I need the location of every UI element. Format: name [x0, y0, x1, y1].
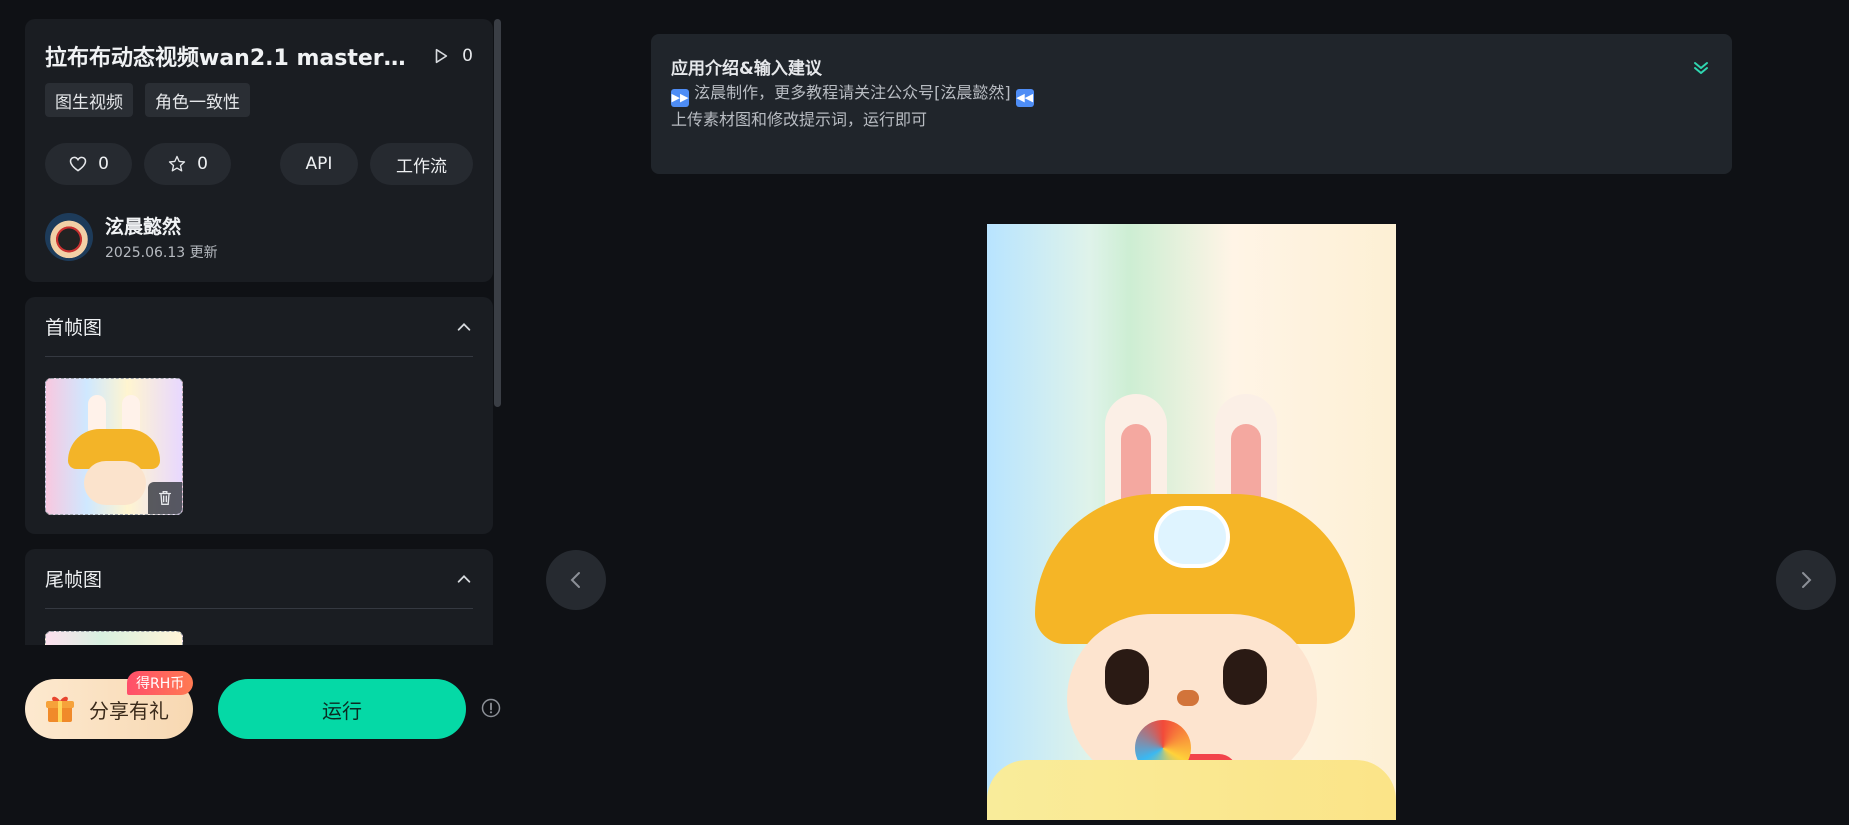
preview-decor: [1223, 649, 1267, 705]
tag-list: 图生视频 角色一致性: [45, 83, 250, 117]
last-frame-title: 尾帧图: [45, 569, 103, 591]
preview-decor: [987, 760, 1396, 820]
play-count-value: 0: [462, 46, 473, 66]
previous-button[interactable]: [546, 550, 606, 610]
chevron-up-icon[interactable]: [455, 318, 473, 336]
intro-line-1-text: 泫晨制作，更多教程请关注公众号[泫晨懿然]: [694, 83, 1011, 102]
api-button[interactable]: API: [280, 143, 358, 185]
chevron-right-icon: [1802, 572, 1812, 588]
chevron-up-icon[interactable]: [455, 570, 473, 588]
preview-decor: [1177, 690, 1199, 706]
config-scroll-area: 拉布布动态视频wan2.1 mastermodel 首尾帧 0 图生视频 角色一…: [25, 19, 493, 645]
heart-icon: [69, 156, 87, 172]
run-button[interactable]: 运行: [218, 679, 466, 739]
app-title: 拉布布动态视频wan2.1 mastermodel 首尾帧: [45, 46, 420, 71]
workflow-button[interactable]: 工作流: [370, 143, 473, 185]
intro-line-2: 上传素材图和修改提示词，运行即可: [671, 110, 928, 129]
first-frame-header[interactable]: 首帧图: [45, 297, 473, 357]
tag-image-to-video[interactable]: 图生视频: [45, 83, 133, 117]
first-frame-title: 首帧图: [45, 317, 103, 339]
last-frame-thumbnail[interactable]: [45, 631, 183, 645]
author-name[interactable]: 泫晨懿然: [105, 212, 218, 239]
trash-icon: [158, 491, 172, 505]
play-icon: [435, 48, 448, 64]
author-text: 泫晨懿然 2025.06.13 更新: [105, 212, 218, 262]
last-frame-section: 尾帧图: [25, 549, 493, 645]
like-count: 0: [98, 154, 109, 174]
author-info[interactable]: 泫晨懿然 2025.06.13 更新: [45, 212, 218, 262]
star-icon: [168, 155, 186, 172]
first-frame-thumbnail[interactable]: [45, 378, 183, 515]
updated-date: 2025.06.13 更新: [105, 245, 218, 261]
tag-character-consistency[interactable]: 角色一致性: [145, 83, 250, 117]
chevron-left-icon: [570, 572, 580, 588]
preview-decor: [1154, 506, 1230, 568]
info-icon[interactable]: [481, 698, 501, 718]
thumb-decor: [84, 461, 146, 505]
preview-image: [987, 224, 1396, 820]
avatar[interactable]: [45, 213, 93, 261]
chevron-double-down-icon[interactable]: [1690, 57, 1712, 79]
share-label: 分享有礼: [89, 698, 169, 723]
favorite-button[interactable]: 0: [144, 143, 231, 185]
title-row: 拉布布动态视频wan2.1 mastermodel 首尾帧 0: [45, 41, 473, 71]
scrollbar[interactable]: [494, 19, 501, 407]
play-count: 0: [432, 46, 473, 66]
next-button[interactable]: [1776, 550, 1836, 610]
gift-icon: [46, 696, 74, 722]
last-frame-header[interactable]: 尾帧图: [45, 549, 473, 609]
delete-image-button[interactable]: [148, 482, 182, 514]
reward-badge: 得RH币: [127, 671, 194, 695]
intro-title: 应用介绍&输入建议: [671, 59, 822, 79]
fast-forward-icon: ▶▶: [671, 89, 689, 107]
app-intro-panel: 应用介绍&输入建议 ▶▶ 泫晨制作，更多教程请关注公众号[泫晨懿然] ◀◀ 上传…: [651, 34, 1732, 174]
like-button[interactable]: 0: [45, 143, 132, 185]
favorite-count: 0: [197, 154, 208, 174]
action-row: 0 0 API 工作流: [45, 143, 473, 185]
first-frame-section: 首帧图: [25, 297, 493, 534]
app-info-card: 拉布布动态视频wan2.1 mastermodel 首尾帧 0 图生视频 角色一…: [25, 19, 493, 282]
intro-line-1: ▶▶ 泫晨制作，更多教程请关注公众号[泫晨懿然] ◀◀: [671, 80, 1712, 107]
rewind-icon: ◀◀: [1015, 89, 1034, 107]
preview-decor: [1105, 649, 1149, 705]
